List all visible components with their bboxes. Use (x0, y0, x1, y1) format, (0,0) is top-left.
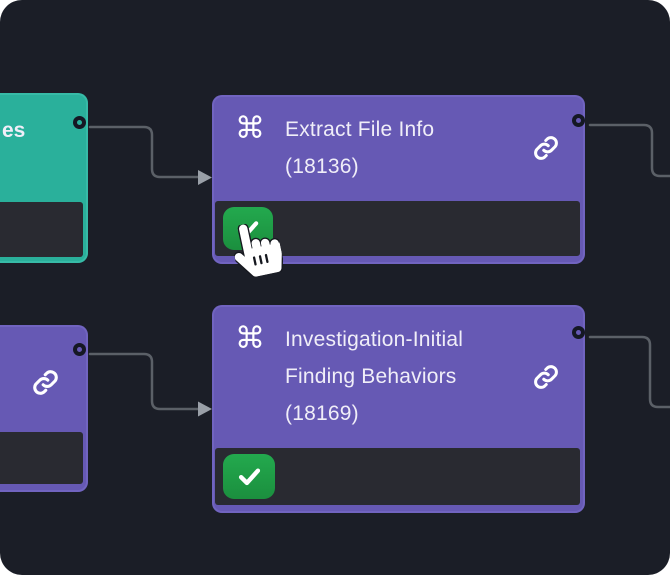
node-title-line: Finding Behaviors (285, 358, 531, 395)
node-title-line: (18136) (285, 148, 531, 185)
connection-line-investigation-out (590, 337, 670, 407)
node-title-line: Investigation-Initial (285, 321, 531, 358)
connection-line-teal-to-extract (90, 127, 198, 177)
node-title-fragment: es (2, 112, 25, 149)
output-port-teal-node[interactable] (73, 116, 86, 129)
output-port-extract-node[interactable] (572, 114, 585, 127)
link-icon[interactable] (531, 133, 561, 163)
connection-line-left-to-investigation (90, 354, 198, 409)
node-title-line: (18169) (285, 395, 531, 432)
arrowhead-into-extract (198, 170, 212, 185)
link-icon[interactable] (30, 367, 61, 398)
command-icon: ⌘ (235, 322, 269, 356)
link-icon[interactable] (531, 362, 561, 392)
node-title-line: Extract File Info (285, 111, 531, 148)
arrowhead-into-investigation (198, 402, 212, 417)
output-port-left-node[interactable] (73, 343, 86, 356)
task-completed-badge[interactable] (223, 454, 275, 499)
checkmark-icon (232, 461, 267, 492)
status-strip (0, 202, 83, 257)
output-port-investigation-node[interactable] (572, 326, 585, 339)
connection-line-extract-out (590, 125, 670, 176)
status-strip (215, 448, 580, 505)
command-icon: ⌘ (235, 112, 269, 146)
task-node-investigation-initial[interactable]: ⌘ Investigation-Initial Finding Behavior… (212, 305, 585, 513)
status-strip (0, 432, 83, 484)
workflow-canvas[interactable]: es ⌘ Extract File Info (18136) (0, 0, 670, 575)
